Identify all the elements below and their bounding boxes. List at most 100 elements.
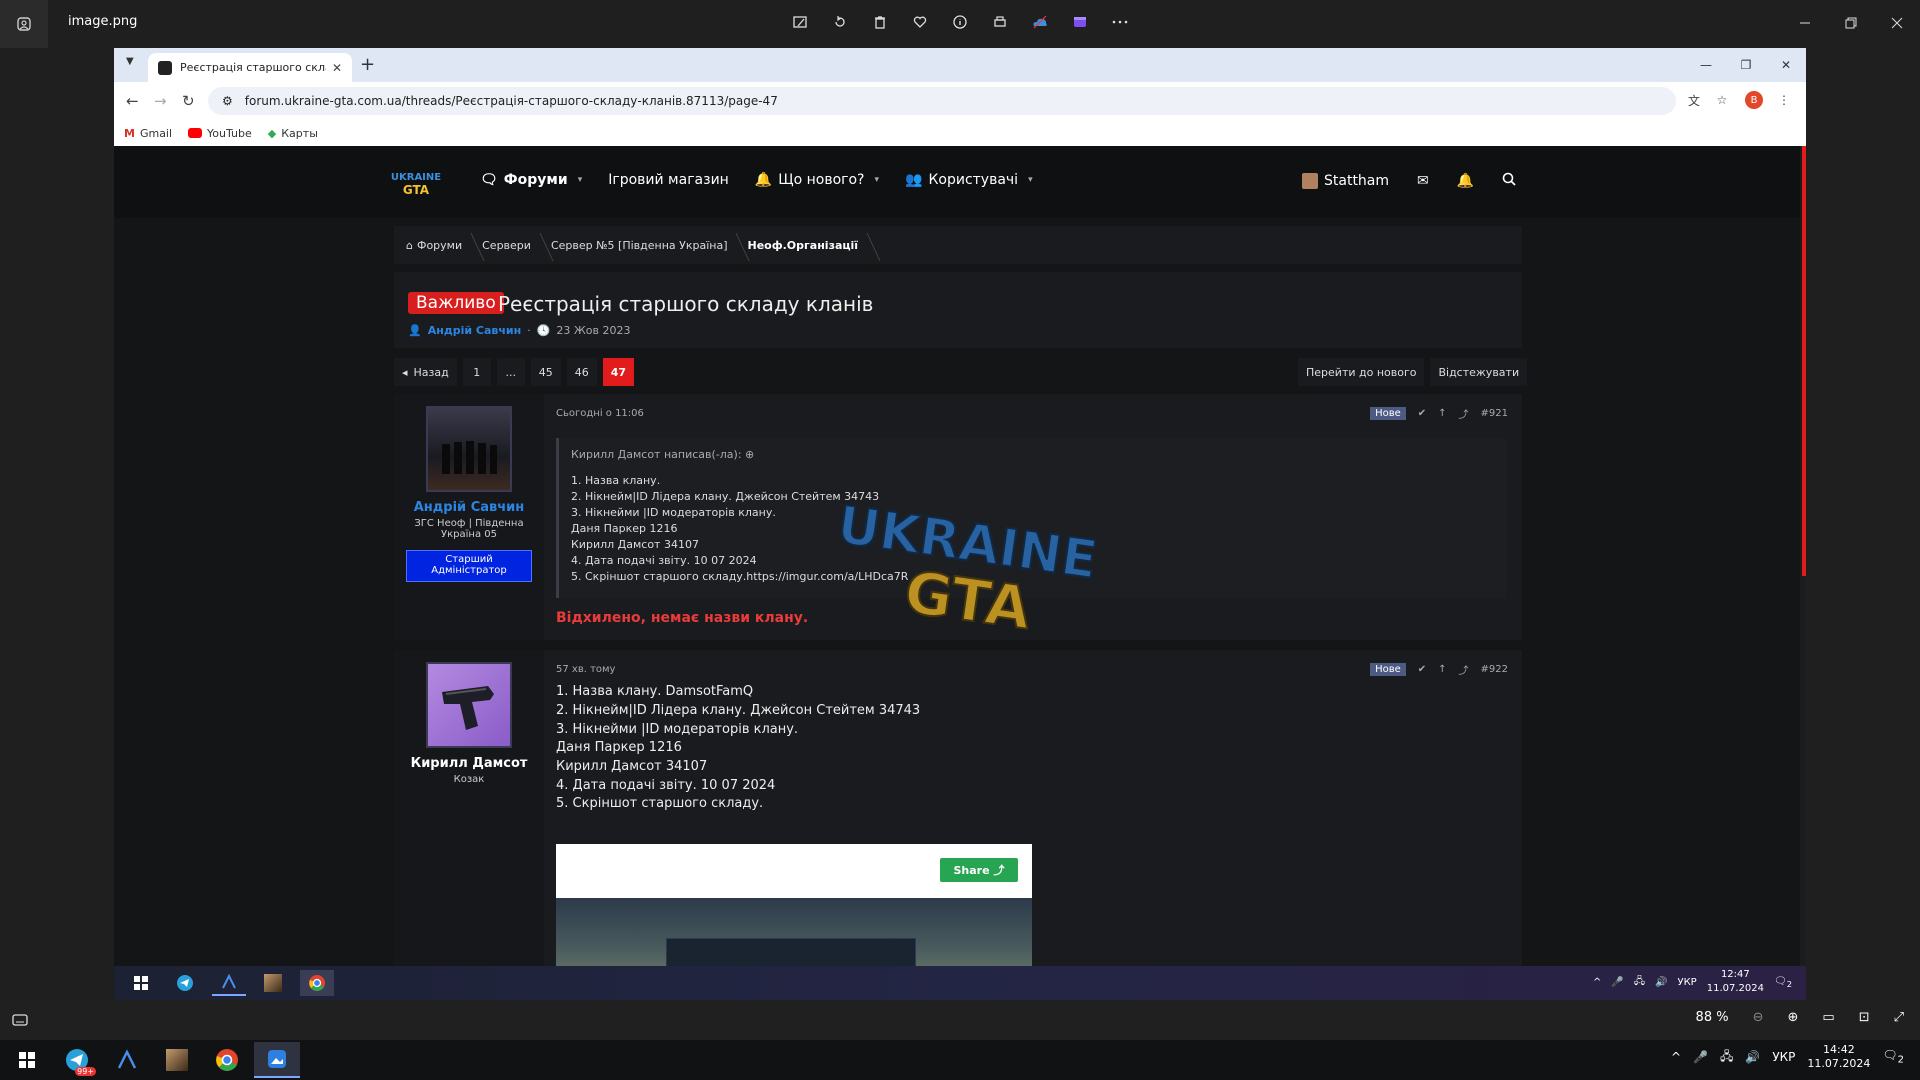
game-launcher-icon[interactable] (256, 970, 290, 996)
post-author-name[interactable]: Кирилл Дамсот (394, 756, 544, 771)
actual-size-icon[interactable]: ⊡ (1859, 1010, 1870, 1025)
zoom-level[interactable]: 88 % (1696, 1010, 1729, 1025)
pager-page-46[interactable]: 46 (566, 358, 597, 386)
pager-back-button[interactable]: ◂ Назад (394, 358, 457, 386)
post-date[interactable]: Сьогодні о 11:06 (556, 408, 644, 419)
profile-avatar[interactable]: B (1744, 90, 1764, 110)
windows-start-icon[interactable] (4, 1042, 50, 1078)
minimize-icon[interactable] (1782, 8, 1828, 38)
app-icon-blue[interactable] (104, 1042, 150, 1078)
bookmark-youtube[interactable]: YouTube (188, 127, 252, 140)
onedrive-icon[interactable] (1030, 12, 1050, 32)
fit-to-window-icon[interactable]: ▭ (1822, 1010, 1834, 1025)
clipchamp-icon[interactable] (1070, 12, 1090, 32)
filmstrip-icon[interactable] (12, 1012, 28, 1031)
language-indicator[interactable]: УКР (1772, 1050, 1795, 1064)
breadcrumb-server5[interactable]: Сервер №5 [Південна Україна] (551, 239, 740, 252)
bookmark-star-icon[interactable]: ☆ (1712, 90, 1732, 110)
new-tab-plus-icon[interactable]: + (360, 54, 375, 75)
reload-icon[interactable]: ↻ (182, 92, 195, 110)
microphone-icon[interactable]: 🎤 (1693, 1050, 1708, 1064)
inbox-envelope-icon[interactable]: ✉ (1417, 173, 1429, 189)
address-bar[interactable]: ⚙ forum.ukraine-gta.com.ua/threads/Реєст… (208, 87, 1676, 115)
nav-users[interactable]: 👥 Користувачі ▾ (905, 172, 1033, 188)
go-to-new-button[interactable]: Перейти до нового (1298, 358, 1425, 386)
inner-clock[interactable]: 12:47 11.07.2024 (1707, 968, 1764, 996)
post-date[interactable]: 57 хв. тому (556, 664, 615, 675)
telegram-icon[interactable] (168, 970, 202, 996)
print-icon[interactable] (990, 12, 1010, 32)
zoom-out-icon[interactable]: ⊖ (1753, 1010, 1764, 1025)
system-clock[interactable]: 14:42 11.07.2024 (1807, 1043, 1870, 1071)
share-icon[interactable]: ⤴ (1459, 406, 1469, 421)
windows-start-icon[interactable] (124, 970, 158, 996)
breadcrumb-unofficial-orgs[interactable]: Неоф.Організації (747, 239, 870, 252)
user-account-link[interactable]: Stattham (1302, 173, 1389, 189)
search-icon[interactable] (1502, 172, 1516, 190)
avatar[interactable] (426, 406, 512, 492)
notification-center-icon[interactable]: 🗨2 (1774, 976, 1792, 989)
pager-page-45[interactable]: 45 (530, 358, 561, 386)
telegram-icon[interactable]: 99+ (54, 1042, 100, 1078)
forward-arrow-icon[interactable]: → (154, 92, 167, 110)
site-info-icon[interactable]: ⚙ (222, 94, 233, 108)
upvote-arrow-icon[interactable]: ↑ (1438, 408, 1446, 419)
avatar[interactable] (426, 662, 512, 748)
browser-close-icon[interactable]: ✕ (1766, 52, 1806, 78)
page-scrollbar-thumb[interactable] (1802, 146, 1806, 576)
post-number[interactable]: #921 (1481, 408, 1508, 419)
network-icon[interactable]: 🖧 (1720, 1047, 1733, 1068)
back-arrow-icon[interactable]: ← (126, 92, 139, 110)
quote-header[interactable]: Кирилл Дамсот написав(-ла): ⊕ (571, 448, 754, 461)
breadcrumb-forums[interactable]: ⌂ Форуми (406, 239, 474, 252)
watch-thread-button[interactable]: Відстежувати (1430, 358, 1528, 386)
more-options-icon[interactable] (1110, 12, 1130, 32)
favorite-heart-icon[interactable] (910, 12, 930, 32)
app-icon-blue[interactable] (212, 970, 246, 996)
nav-whats-new[interactable]: 🔔 Що нового? ▾ (755, 172, 879, 188)
embedded-image[interactable]: Share ⤴ (556, 844, 1032, 968)
rotate-icon[interactable] (830, 12, 850, 32)
close-icon[interactable] (1874, 8, 1920, 38)
tab-active[interactable]: Реєстрація старшого складу кл... ✕ (148, 53, 352, 82)
browser-minimize-icon[interactable]: — (1686, 52, 1726, 78)
network-icon[interactable]: 🖧 (1634, 974, 1645, 991)
nav-forums[interactable]: 🗨 Форуми ▾ (480, 172, 582, 188)
translate-icon[interactable]: 文 (1684, 90, 1704, 110)
info-icon[interactable] (950, 12, 970, 32)
restore-icon[interactable] (1828, 8, 1874, 38)
breadcrumb-servers[interactable]: Сервери (482, 239, 543, 252)
photos-app-taskbar-icon[interactable] (254, 1042, 300, 1078)
photos-app-icon[interactable] (0, 0, 48, 48)
bookmark-gmail[interactable]: M Gmail (124, 127, 172, 140)
language-indicator[interactable]: УКР (1677, 977, 1696, 988)
browser-menu-icon[interactable]: ⋮ (1774, 90, 1794, 110)
game-launcher-icon[interactable] (154, 1042, 200, 1078)
bookmark-maps[interactable]: ◆ Карты (268, 127, 318, 140)
fullscreen-icon[interactable]: ⤢ (1894, 1010, 1904, 1025)
upvote-arrow-icon[interactable]: ↑ (1438, 664, 1446, 675)
chrome-icon[interactable] (204, 1042, 250, 1078)
bookmark-check-icon[interactable]: ✔ (1418, 408, 1426, 419)
nav-shop[interactable]: Ігровий магазин (608, 172, 729, 188)
tray-chevron-up-icon[interactable]: ^ (1671, 1050, 1681, 1064)
pager-ellipsis[interactable]: ... (496, 358, 525, 386)
bookmark-check-icon[interactable]: ✔ (1418, 664, 1426, 675)
edit-image-icon[interactable] (790, 12, 810, 32)
pager-page-47-current[interactable]: 47 (602, 358, 635, 386)
tab-search-chevron-icon[interactable]: ▼ (126, 56, 134, 67)
thread-author-link[interactable]: Андрій Савчин (428, 324, 522, 337)
volume-icon[interactable]: 🔊 (1745, 1050, 1760, 1064)
tray-chevron-up-icon[interactable]: ^ (1593, 977, 1601, 988)
notification-center-icon[interactable]: 🗨2 (1882, 1048, 1904, 1065)
thread-date[interactable]: 23 Жов 2023 (556, 324, 630, 337)
share-icon[interactable]: ⤴ (1459, 662, 1469, 677)
ukraine-gta-logo[interactable]: UKRAINE GTA (388, 168, 444, 198)
microphone-icon[interactable]: 🎤 (1611, 977, 1623, 988)
pager-page-1[interactable]: 1 (462, 358, 491, 386)
browser-restore-icon[interactable]: ❐ (1726, 52, 1766, 78)
chrome-icon[interactable] (300, 970, 334, 996)
zoom-in-icon[interactable]: ⊕ (1787, 1010, 1798, 1025)
alerts-bell-icon[interactable]: 🔔 (1457, 173, 1474, 189)
image-share-button[interactable]: Share ⤴ (940, 858, 1018, 882)
